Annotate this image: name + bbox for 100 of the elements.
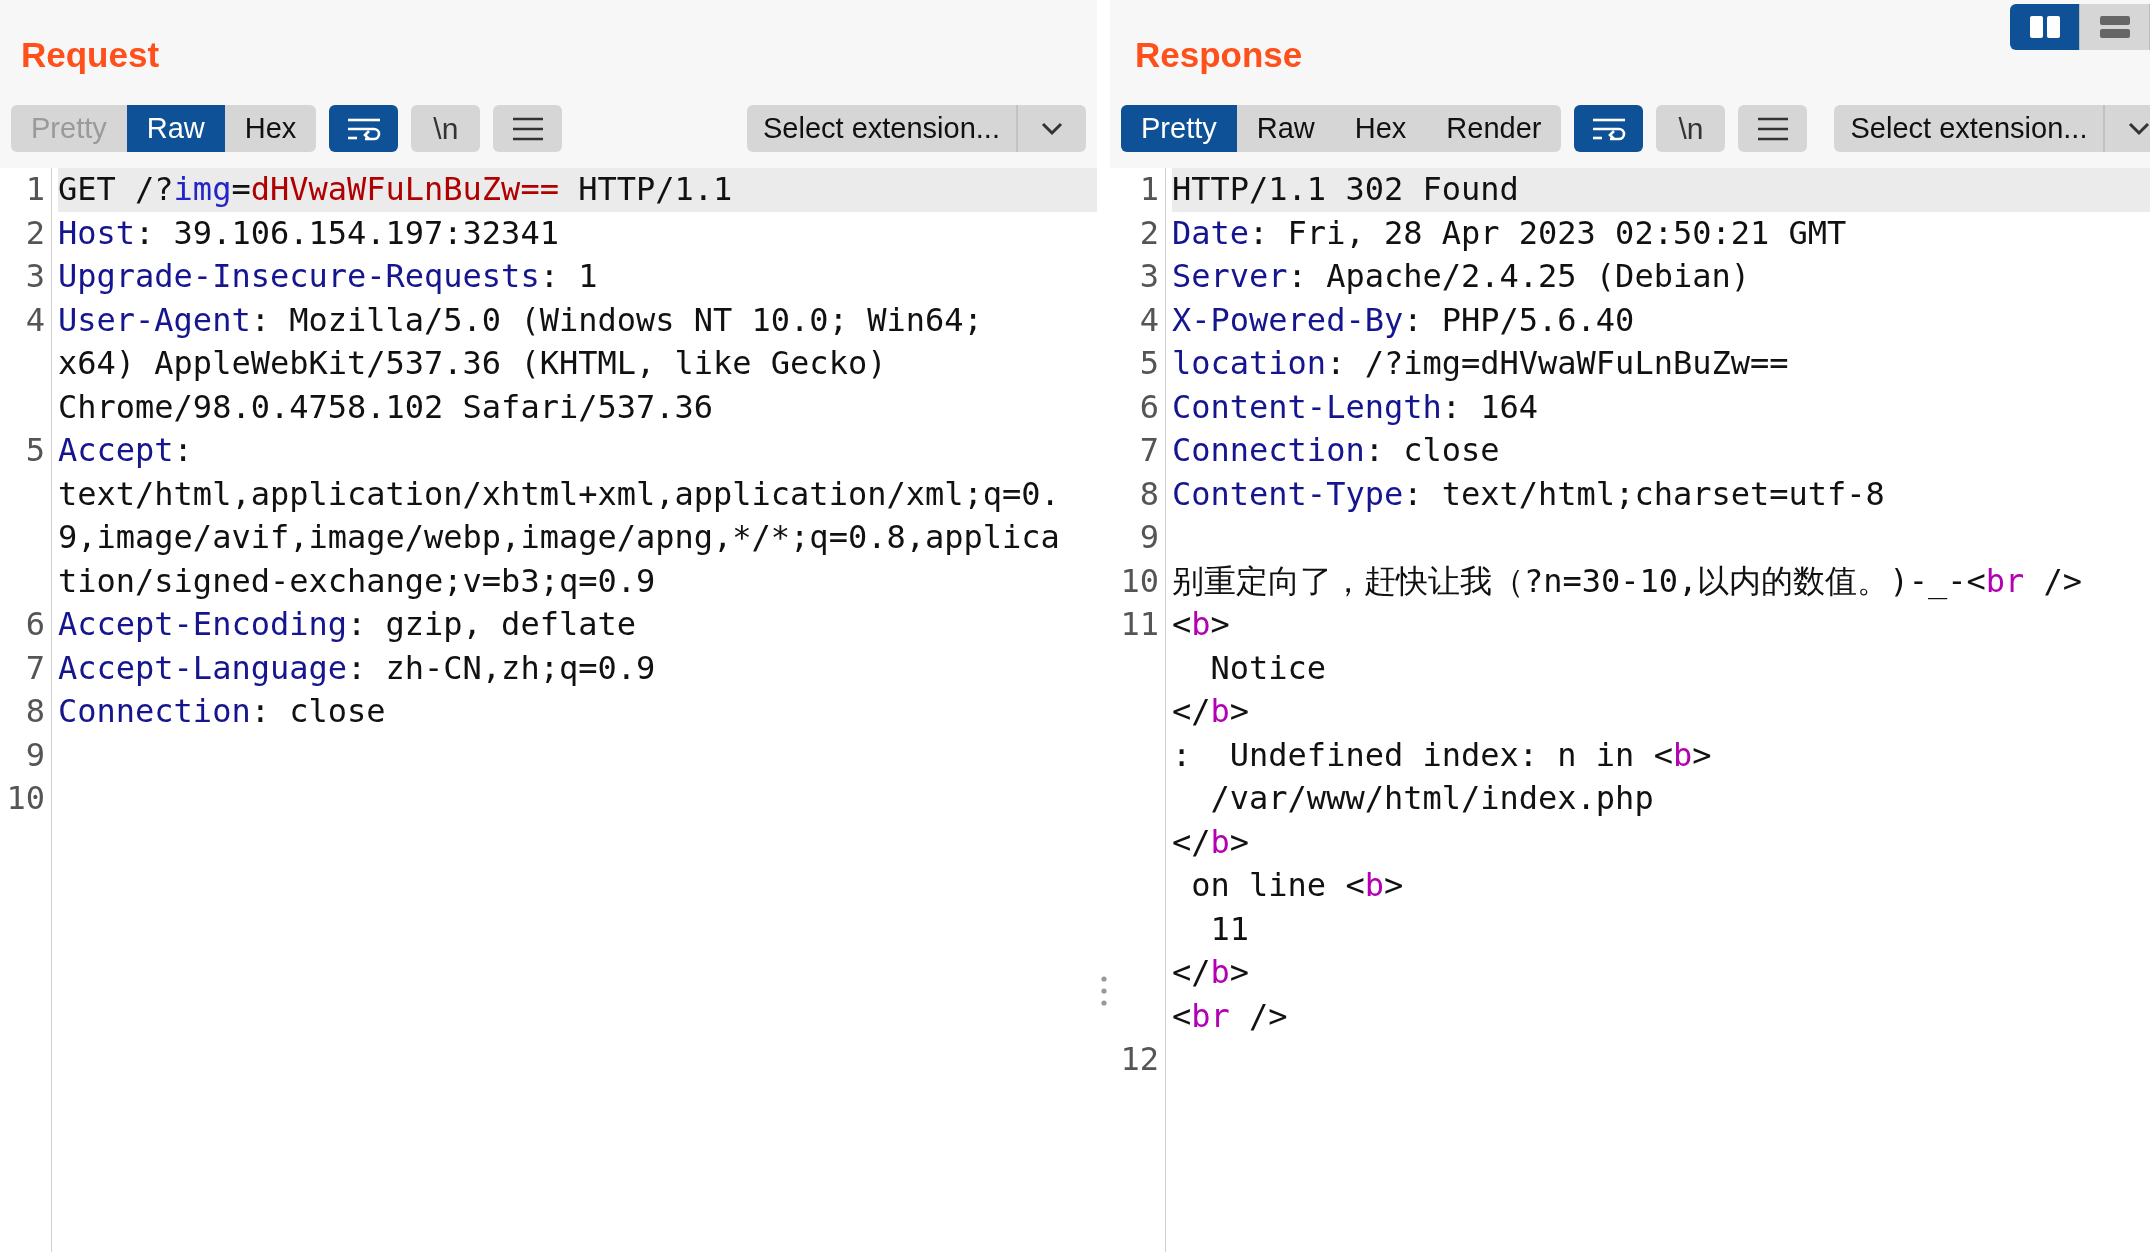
view-tab[interactable]: Pretty xyxy=(1121,105,1237,152)
code-text: > xyxy=(1229,692,1250,730)
wrap-lines-button[interactable] xyxy=(329,105,399,152)
header-name: Accept xyxy=(58,431,174,469)
tag-name: b xyxy=(1210,953,1230,991)
header-name: Host xyxy=(58,213,136,252)
wrap-lines-button[interactable] xyxy=(1574,105,1644,152)
line-number: 4 xyxy=(1138,299,1160,341)
code-text: </ xyxy=(1172,692,1211,730)
code-text: : 1 xyxy=(539,257,598,295)
tag-name: br xyxy=(1191,996,1230,1035)
code-text: : close xyxy=(1364,431,1500,469)
tag-name: b xyxy=(1364,866,1384,904)
header-name: Upgrade-Insecure-Requests xyxy=(58,257,540,295)
view-tab[interactable]: Raw xyxy=(1236,105,1335,152)
line-number: 1 xyxy=(24,169,46,210)
menu-button[interactable] xyxy=(1738,105,1808,152)
header-name: Accept-Language xyxy=(58,648,347,687)
param-name: img xyxy=(173,170,232,208)
view-tab[interactable]: Raw xyxy=(126,105,225,152)
code-text: HTTP/1.1 302 Found xyxy=(1172,170,1519,208)
code-text: : gzip, deflate xyxy=(347,605,636,643)
menu-button[interactable] xyxy=(493,105,563,152)
code-text: : close xyxy=(250,692,386,730)
panel-title: Response xyxy=(1135,34,1303,76)
view-tab[interactable]: Hex xyxy=(224,105,317,152)
code-text: tion/signed-exchange;v=b3;q=0.9 xyxy=(58,561,656,600)
code-text: text/html,application/xhtml+xml,application/xml;q=0. xyxy=(58,474,1060,513)
rows-icon xyxy=(2099,16,2130,38)
line-number: 6 xyxy=(24,604,46,645)
code-text: < xyxy=(1172,605,1192,643)
code-text: : 164 xyxy=(1441,387,1539,426)
code-text: HTTP/1.1 xyxy=(577,170,733,208)
code-text: > xyxy=(1229,822,1250,861)
code-text: > xyxy=(1210,605,1230,643)
line-number: 7 xyxy=(24,647,46,689)
code-text: > xyxy=(1692,735,1712,774)
code-text: /> xyxy=(2042,561,2083,600)
drag-handle-icon[interactable] xyxy=(1100,976,1107,1006)
code-text: /var/www/html/index.php xyxy=(1209,779,1654,817)
code-text: 别重定向了，赶快让我（?n=30-10,以内的数值。)-_-< xyxy=(1172,561,1986,600)
tag-name: b xyxy=(1210,822,1230,861)
code-text: : Undefined index: n in < xyxy=(1172,735,1673,774)
line-number: 2 xyxy=(24,212,46,254)
line-number: 2 xyxy=(1138,212,1160,254)
line-number: 1 xyxy=(1138,169,1160,210)
chevron-down-icon xyxy=(1041,121,1063,136)
menu-icon xyxy=(1757,116,1788,141)
line-number: 3 xyxy=(1138,256,1160,297)
extension-select[interactable]: Select extension... xyxy=(1834,105,2150,152)
header-name: Content-Length xyxy=(1172,387,1442,426)
tag-name: br xyxy=(1985,561,2025,600)
menu-icon xyxy=(512,116,543,141)
code-text: > xyxy=(1383,866,1404,904)
extension-select[interactable]: Select extension... xyxy=(747,105,1086,152)
code-text: Notice xyxy=(1209,648,1327,687)
line-number: 5 xyxy=(1138,343,1160,384)
code-text: > xyxy=(1229,953,1250,991)
code-text: on line < xyxy=(1190,866,1365,904)
header-name: X-Powered-By xyxy=(1172,300,1404,339)
code-text: : zh-CN,zh;q=0.9 xyxy=(347,648,656,687)
code-text: : xyxy=(173,431,193,469)
line-number: 9 xyxy=(24,734,46,776)
show-newlines-button[interactable]: \n xyxy=(1656,105,1726,152)
code-text: 9,image/avif,image/webp,image/apng,*/*;q=0.8,applica xyxy=(58,518,1060,556)
header-name: Content-Type xyxy=(1172,474,1404,513)
line-number: 3 xyxy=(24,256,46,297)
header-name: Server xyxy=(1172,257,1288,295)
view-tab[interactable]: Hex xyxy=(1334,105,1427,152)
line-number: 9 xyxy=(1138,517,1160,558)
code-text: </ xyxy=(1172,822,1211,861)
code-text: GET /? xyxy=(58,170,174,208)
line-number: 8 xyxy=(1138,473,1160,515)
layout-toggle-button[interactable] xyxy=(2010,4,2080,50)
code-text: </ xyxy=(1172,953,1211,991)
code-text: Chrome/98.0.4758.102 Safari/537.36 xyxy=(58,387,714,426)
code-text: 11 xyxy=(1209,909,1250,948)
code-text: : Fri, 28 Apr 2023 02:50:21 GMT xyxy=(1249,213,1847,252)
code-text: : 39.106.154.197:32341 xyxy=(135,213,559,252)
header-name: Connection xyxy=(1172,431,1365,469)
view-tab[interactable]: Render xyxy=(1426,105,1562,152)
line-number: 5 xyxy=(24,430,46,471)
layout-toggle-button[interactable] xyxy=(2080,4,2150,50)
chevron-down-icon xyxy=(2128,121,2150,136)
code-text: : Apache/2.4.25 (Debian) xyxy=(1287,257,1750,295)
line-number: 8 xyxy=(24,691,46,732)
line-number: 6 xyxy=(1138,386,1160,428)
code-text: = xyxy=(231,170,251,208)
header-name: User-Agent xyxy=(58,300,251,339)
line-number: 12 xyxy=(1119,1039,1160,1080)
header-name: location xyxy=(1172,344,1327,382)
show-newlines-button[interactable]: \n xyxy=(411,105,481,152)
panel-title: Request xyxy=(21,34,160,76)
header-name: Date xyxy=(1172,213,1250,252)
line-number: 11 xyxy=(1119,604,1160,645)
param-value: dHVwaWFuLnBuZw== xyxy=(250,170,559,208)
line-number: 4 xyxy=(24,299,46,341)
code-text: : text/html;charset=utf-8 xyxy=(1403,474,1885,513)
tag-name: b xyxy=(1672,735,1693,774)
line-number: 10 xyxy=(1119,560,1160,602)
